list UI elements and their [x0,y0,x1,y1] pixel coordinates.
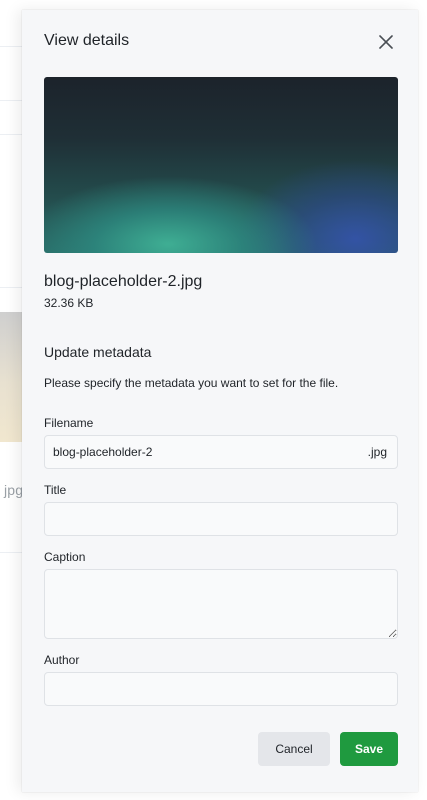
background-file-label: jpg [4,482,24,498]
image-preview [44,77,398,253]
title-input[interactable] [44,502,398,536]
close-button[interactable] [374,30,398,54]
metadata-description: Please specify the metadata you want to … [44,376,339,390]
close-icon [379,35,393,49]
background-divider [0,552,22,553]
background-divider [0,134,22,135]
filename-extension: .jpg [367,445,387,459]
title-label: Title [44,483,67,497]
file-size: 32.36 KB [44,296,94,310]
background-divider [0,100,22,101]
metadata-section-title: Update metadata [44,344,152,360]
cancel-button[interactable]: Cancel [258,732,330,766]
caption-label: Caption [44,550,86,564]
background-divider [0,46,22,47]
author-input[interactable] [44,672,398,706]
save-button[interactable]: Save [340,732,398,766]
filename-input[interactable] [45,436,361,468]
background-thumbnail [0,312,22,442]
background-divider [0,287,22,288]
filename-field: .jpg [44,435,398,469]
file-name: blog-placeholder-2.jpg [44,273,203,290]
view-details-panel: View details blog-placeholder-2.jpg 32.3… [22,10,418,792]
panel-title: View details [44,32,130,49]
filename-label: Filename [44,416,94,430]
caption-textarea[interactable] [44,569,398,639]
author-label: Author [44,653,80,667]
